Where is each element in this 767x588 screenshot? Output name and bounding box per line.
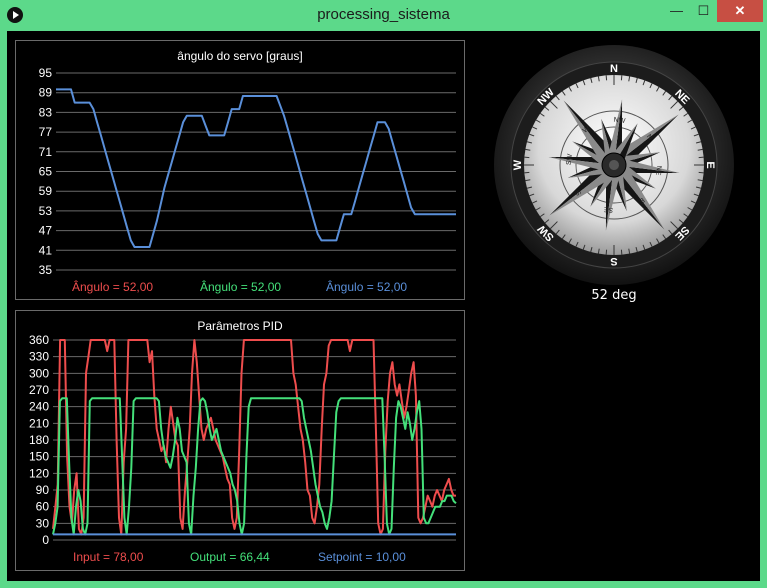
servo-y-tick-label: 95 (39, 66, 53, 80)
servo-y-tick-label: 77 (39, 125, 53, 139)
compass-inner-label: NW (613, 117, 626, 125)
pid-legend-output: Output = 66,44 (190, 550, 270, 564)
pid-y-tick-label: 60 (36, 500, 50, 514)
pid-y-tick-label: 270 (29, 383, 49, 397)
servo-y-tick-label: 89 (39, 86, 53, 100)
servo-y-tick-label: 71 (39, 145, 53, 159)
pid-y-tick-label: 120 (29, 466, 49, 480)
servo-legend-1: Ângulo = 52,00 (72, 280, 154, 294)
pid-y-tick-label: 240 (29, 400, 49, 414)
servo-angle-chart: 95 89 83 77 71 65 59 53 47 41 35 (39, 66, 456, 277)
compass-dial: NNEESESSWWNW NNEESESSWWNW (494, 45, 734, 285)
compass-inner-label: SW (566, 153, 574, 165)
servo-y-tick-label: 35 (39, 263, 53, 277)
compass-outer-label: W (512, 159, 524, 170)
close-button[interactable]: ✕ (717, 0, 763, 22)
pid-y-tick-label: 210 (29, 416, 49, 430)
maximize-button[interactable]: ☐ (690, 0, 717, 22)
pid-series-output-line (52, 397, 457, 536)
compass-outer-label: S (610, 255, 617, 267)
servo-y-tick-label: 53 (39, 204, 53, 218)
compass-inner-label: NE (654, 165, 662, 176)
sketch-canvas: ângulo do servo [graus] 95 89 83 77 71 65 59 53… (7, 31, 760, 581)
pid-y-tick-label: 150 (29, 450, 49, 464)
pid-legend-input: Input = 78,00 (73, 550, 144, 564)
servo-legend-2: Ângulo = 52,00 (200, 280, 282, 294)
servo-legend-3: Ângulo = 52,00 (326, 280, 408, 294)
servo-y-tick-label: 59 (39, 184, 53, 198)
pid-y-tick-label: 360 (29, 333, 49, 347)
compass-widget: N NE E SE S SW W NW N NE E SE S SW W NW 52 deg (494, 31, 734, 311)
pid-y-tick-label: 0 (42, 533, 49, 547)
pid-parameters-panel: Parâmetros PID 360 330 300 270 240 210 180 150 1… (15, 310, 465, 571)
pid-y-tick-label: 90 (36, 483, 50, 497)
servo-y-tick-label: 83 (39, 105, 53, 119)
pid-legend-setpoint: Setpoint = 10,00 (318, 550, 406, 564)
pid-chart: 3603303002702402101801501209060300 (29, 333, 457, 547)
servo-y-tick-label: 41 (39, 243, 53, 257)
pid-y-tick-label: 180 (29, 433, 49, 447)
servo-series-ângulo-line (56, 88, 456, 248)
compass-inner-label: SE (603, 205, 613, 213)
compass-outer-label: E (704, 161, 716, 168)
minimize-button[interactable]: — (663, 0, 690, 22)
servo-angle-panel: ângulo do servo [graus] 95 89 83 77 71 65 59 53… (15, 40, 465, 300)
pid-y-tick-label: 30 (36, 516, 50, 530)
compass-outer-label: N (610, 63, 618, 75)
compass-heading-label: 52 deg (591, 288, 637, 303)
pid-y-tick-label: 330 (29, 350, 49, 364)
servo-y-tick-label: 47 (39, 224, 53, 238)
pid-y-tick-label: 300 (29, 366, 49, 380)
window-title: processing_sistema (317, 6, 450, 23)
window-titlebar[interactable]: processing_sistema — ☐ ✕ (0, 0, 767, 31)
servo-y-tick-label: 65 (39, 165, 53, 179)
